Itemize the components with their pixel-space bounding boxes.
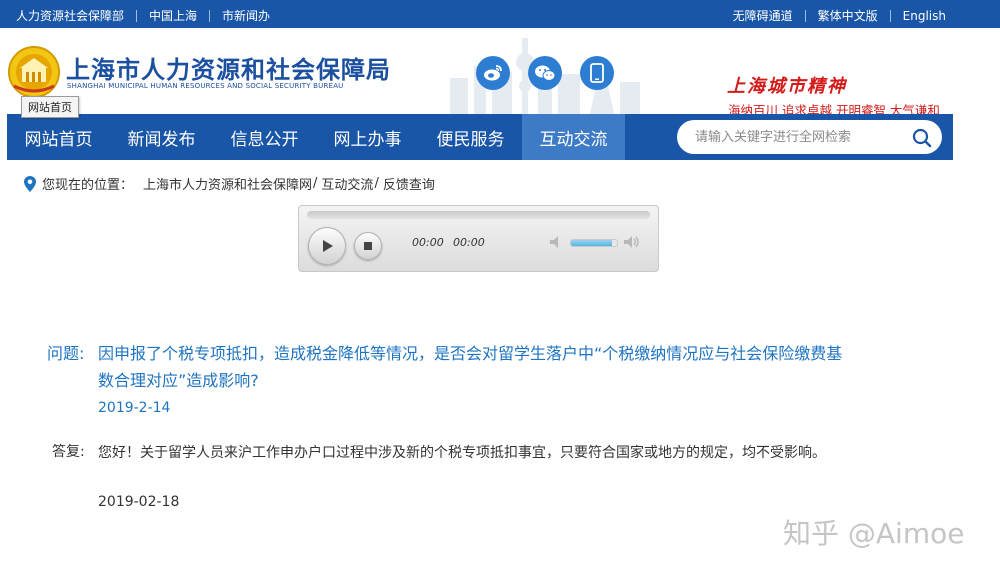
question-date: 2019-2-14	[98, 400, 171, 416]
link-english[interactable]: English	[903, 9, 946, 23]
answer-text: 您好！关于留学人员来沪工作申办户口过程中涉及新的个税专项抵扣事宜，只要符合国家或…	[98, 445, 826, 461]
mute-icon[interactable]	[549, 235, 565, 249]
weibo-button[interactable]	[476, 56, 510, 90]
top-links-right: 无障碍通道 繁体中文版 English	[733, 7, 946, 24]
site-title[interactable]: 上海市人力资源和社会保障局	[66, 50, 391, 85]
question-text: 因申报了个税专项抵扣，造成税金降低等情况，是否会对留学生落户中“个税缴纳情况应与…	[98, 344, 843, 390]
stop-icon	[364, 242, 372, 250]
site-header: 上海市人力资源和社会保障局 SHANGHAI MUNICIPAL HUMAN R…	[0, 28, 1000, 114]
breadcrumb-separator: /	[374, 176, 379, 191]
total-time: 00:00	[453, 236, 485, 249]
link-accessibility[interactable]: 无障碍通道	[733, 7, 793, 24]
nav-item-online-services[interactable]: 网上办事	[316, 114, 419, 160]
current-time: 00:00	[412, 236, 444, 249]
wechat-button[interactable]	[528, 56, 562, 90]
volume-level	[571, 240, 613, 246]
divider	[804, 9, 806, 22]
location-pin-icon	[24, 175, 36, 192]
mobile-icon	[590, 63, 604, 83]
nav-item-home[interactable]: 网站首页	[7, 114, 110, 160]
volume-max-icon[interactable]	[623, 235, 641, 249]
search-box	[677, 120, 942, 154]
play-icon	[323, 240, 333, 252]
nav-item-info-disclosure[interactable]: 信息公开	[213, 114, 316, 160]
audio-progress-bar[interactable]	[307, 211, 650, 219]
link-mohrss[interactable]: 人力资源社会保障部	[16, 7, 124, 24]
weibo-icon	[484, 65, 502, 81]
answer-date: 2019-02-18	[98, 494, 180, 510]
breadcrumb-item-feedback[interactable]: 反馈查询	[383, 174, 435, 193]
link-news-office[interactable]: 市新闻办	[222, 7, 270, 24]
watermark: 知乎 @Aimoe	[783, 517, 965, 550]
emblem-icon[interactable]	[8, 46, 60, 98]
city-spirit-slogan: 海纳百川 追求卓越 开明睿智 大气谦和	[728, 103, 940, 114]
play-button[interactable]	[308, 227, 346, 265]
nav-item-news[interactable]: 新闻发布	[110, 114, 213, 160]
link-china-shanghai[interactable]: 中国上海	[149, 7, 197, 24]
site-subtitle: SHANGHAI MUNICIPAL HUMAN RESOURCES AND S…	[67, 82, 344, 90]
breadcrumb: 您现在的位置： 上海市人力资源和社会保障网 / 互动交流 / 反馈查询	[24, 174, 435, 193]
breadcrumb-separator: /	[313, 176, 318, 191]
link-traditional-chinese[interactable]: 繁体中文版	[818, 7, 878, 24]
divider	[136, 9, 138, 22]
wechat-icon	[535, 65, 556, 81]
mobile-button[interactable]	[580, 56, 614, 90]
divider	[889, 9, 891, 22]
nav-item-public-services[interactable]: 便民服务	[419, 114, 522, 160]
answer-label: 答复:	[52, 444, 85, 460]
question-label: 问题:	[47, 344, 85, 363]
stop-button[interactable]	[354, 232, 382, 260]
nav-item-interaction[interactable]: 互动交流	[522, 114, 625, 160]
search-icon[interactable]	[912, 128, 932, 148]
breadcrumb-label: 您现在的位置：	[42, 178, 134, 193]
audio-player: 00:00 00:00	[298, 205, 659, 272]
breadcrumb-item-interaction[interactable]: 互动交流	[321, 174, 373, 193]
tooltip: 网站首页	[21, 96, 79, 118]
search-input[interactable]	[695, 127, 895, 147]
city-spirit-title: 上海城市精神	[727, 76, 847, 97]
top-links-left: 人力资源社会保障部 中国上海 市新闻办	[16, 7, 270, 24]
breadcrumb-item-home[interactable]: 上海市人力资源和社会保障网	[143, 174, 312, 193]
divider	[209, 9, 211, 22]
top-bar: 人力资源社会保障部 中国上海 市新闻办 无障碍通道 繁体中文版 English	[0, 0, 1000, 28]
volume-slider[interactable]	[570, 239, 618, 247]
